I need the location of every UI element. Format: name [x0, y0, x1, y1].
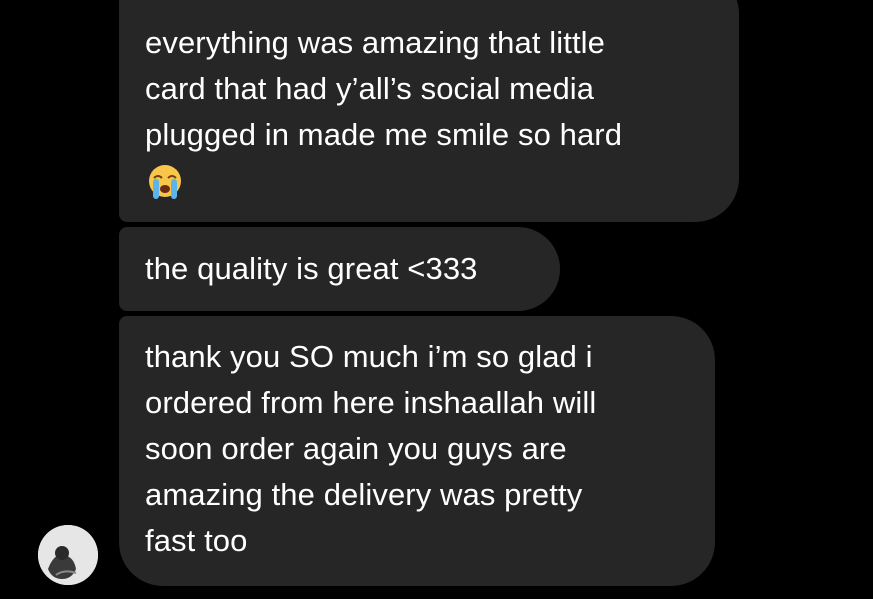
message-line: plugged in made me smile so hard: [145, 117, 623, 152]
message-bubble[interactable]: thank you SO much i’m so glad i ordered …: [119, 316, 715, 586]
message-thread: everything was amazing that little card …: [0, 0, 873, 599]
message-line: card that had y’all’s social media: [145, 71, 595, 106]
avatar[interactable]: [38, 525, 98, 585]
message-line: soon order again you guys are: [145, 431, 567, 466]
message-line: amazing the delivery was pretty: [145, 477, 583, 512]
loudly-crying-face-icon: [149, 165, 181, 199]
message-bubble[interactable]: the quality is great <333: [119, 227, 560, 311]
message-line: the quality is great <333: [145, 251, 478, 286]
message-line: everything was amazing that little: [145, 25, 606, 60]
message-line: fast too: [145, 523, 248, 558]
message-bubble[interactable]: everything was amazing that little card …: [119, 0, 739, 222]
message-line: thank you SO much i’m so glad i: [145, 339, 593, 374]
emoji-line: [145, 158, 739, 215]
profile-photo-icon: [38, 525, 98, 585]
message-line: ordered from here inshaallah will: [145, 385, 597, 420]
